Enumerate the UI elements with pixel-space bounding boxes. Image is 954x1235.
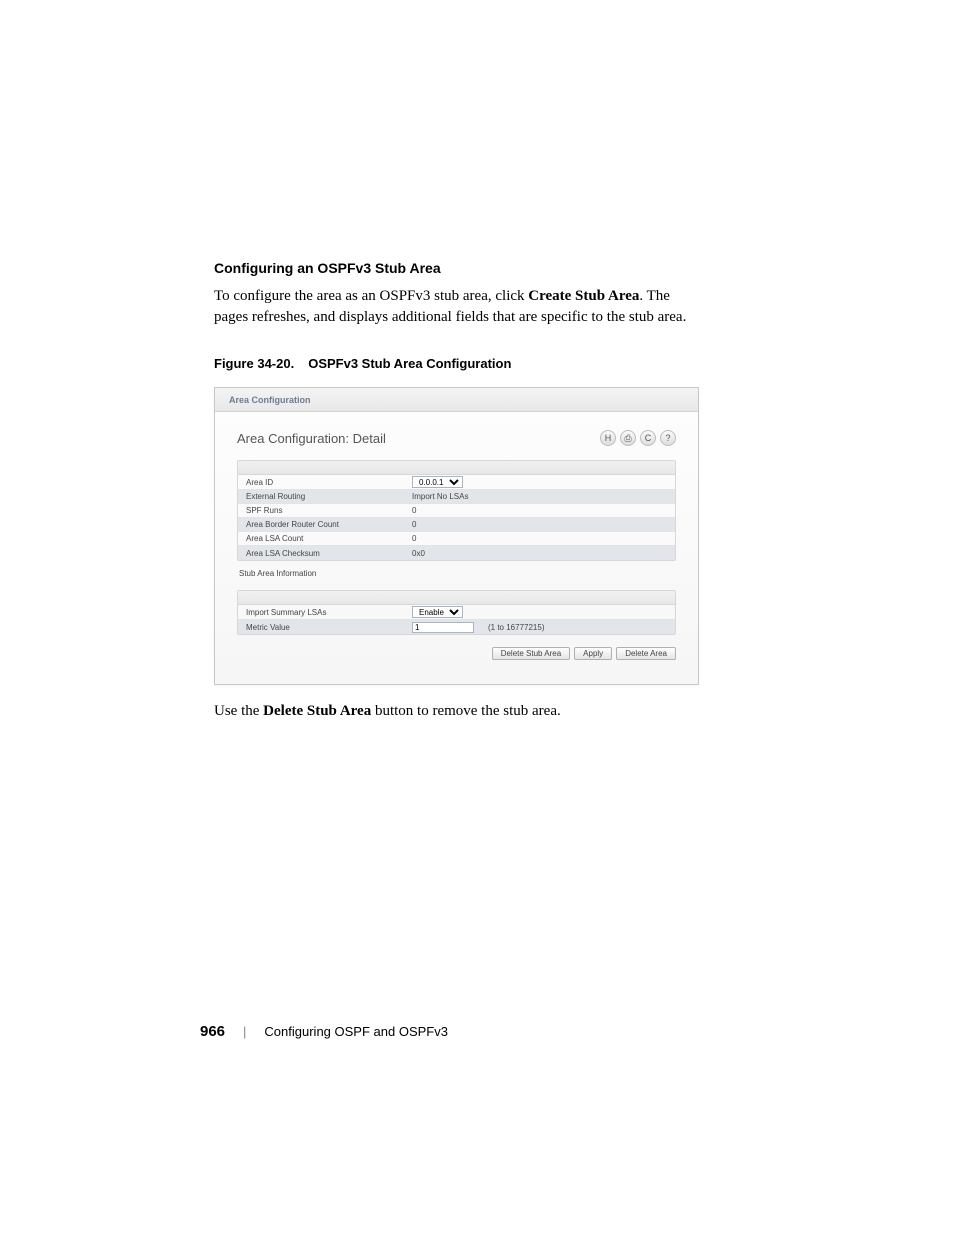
row-lsa-count: Area LSA Count 0 (238, 532, 675, 546)
label-spf-runs: SPF Runs (238, 505, 408, 516)
select-area-id[interactable]: 0.0.0.1 (412, 476, 463, 488)
print-icon[interactable]: ⎙ (620, 430, 636, 446)
row-abr-count: Area Border Router Count 0 (238, 518, 675, 532)
label-abr-count: Area Border Router Count (238, 519, 408, 530)
page-footer: 966 | Configuring OSPF and OSPFv3 (200, 1023, 448, 1040)
row-import-summary-lsas: Import Summary LSAs Enable (238, 605, 675, 620)
panel-title: Area Configuration: Detail (237, 431, 386, 446)
help-icon[interactable]: ? (660, 430, 676, 446)
save-icon[interactable]: H (600, 430, 616, 446)
panel-header: Area Configuration: Detail H ⎙ C ? (237, 430, 676, 446)
footer-chapter-title: Configuring OSPF and OSPFv3 (264, 1024, 448, 1039)
label-external-routing: External Routing (238, 491, 408, 502)
intro-pre: To configure the area as an OSPFv3 stub … (214, 288, 528, 304)
figure-number: Figure 34-20. (214, 356, 294, 371)
tab-strip: Area Configuration (215, 388, 698, 412)
intro-paragraph: To configure the area as an OSPFv3 stub … (214, 286, 699, 328)
label-lsa-checksum: Area LSA Checksum (238, 548, 408, 559)
tab-area-configuration[interactable]: Area Configuration (225, 393, 315, 407)
main-fields-box: Area ID 0.0.0.1 External Routing Import … (237, 460, 676, 561)
figure-caption: Figure 34-20. OSPFv3 Stub Area Configurat… (214, 356, 699, 371)
intro-bold: Create Stub Area (528, 288, 639, 304)
label-metric-value: Metric Value (238, 622, 408, 633)
row-spf-runs: SPF Runs 0 (238, 504, 675, 518)
hint-metric-value: (1 to 16777215) (488, 623, 545, 632)
value-lsa-count: 0 (408, 533, 675, 544)
value-spf-runs: 0 (408, 505, 675, 516)
row-metric-value: Metric Value (1 to 16777215) (238, 620, 675, 634)
toolbar-icons: H ⎙ C ? (600, 430, 676, 446)
value-abr-count: 0 (408, 519, 675, 530)
delete-stub-area-button[interactable]: Delete Stub Area (492, 647, 570, 660)
value-external-routing: Import No LSAs (408, 491, 675, 502)
stub-fields-box: Import Summary LSAs Enable Metric Value … (237, 590, 676, 635)
delete-area-button[interactable]: Delete Area (616, 647, 676, 660)
post-paragraph: Use the Delete Stub Area button to remov… (214, 701, 699, 722)
section-header-blank (238, 461, 675, 475)
post-bold: Delete Stub Area (263, 703, 371, 719)
stub-section-header-blank (238, 591, 675, 605)
row-area-id: Area ID 0.0.0.1 (238, 475, 675, 490)
label-import-summary-lsas: Import Summary LSAs (238, 607, 408, 618)
screenshot-area-configuration: Area Configuration Area Configuration: D… (214, 387, 699, 685)
post-post: button to remove the stub area. (371, 703, 561, 719)
label-lsa-count: Area LSA Count (238, 533, 408, 544)
button-row: Delete Stub Area Apply Delete Area (237, 635, 676, 660)
value-lsa-checksum: 0x0 (408, 548, 675, 559)
post-pre: Use the (214, 703, 263, 719)
stub-area-information-label: Stub Area Information (237, 561, 676, 584)
section-heading: Configuring an OSPFv3 Stub Area (214, 260, 699, 276)
panel: Area Configuration: Detail H ⎙ C ? Area … (215, 412, 698, 684)
input-metric-value[interactable] (412, 622, 474, 633)
apply-button[interactable]: Apply (574, 647, 612, 660)
row-external-routing: External Routing Import No LSAs (238, 490, 675, 504)
refresh-icon[interactable]: C (640, 430, 656, 446)
select-import-summary-lsas[interactable]: Enable (412, 606, 463, 618)
figure-title: OSPFv3 Stub Area Configuration (308, 356, 511, 371)
row-lsa-checksum: Area LSA Checksum 0x0 (238, 546, 675, 560)
page-number: 966 (200, 1023, 225, 1040)
footer-divider: | (243, 1024, 246, 1039)
label-area-id: Area ID (238, 477, 408, 488)
